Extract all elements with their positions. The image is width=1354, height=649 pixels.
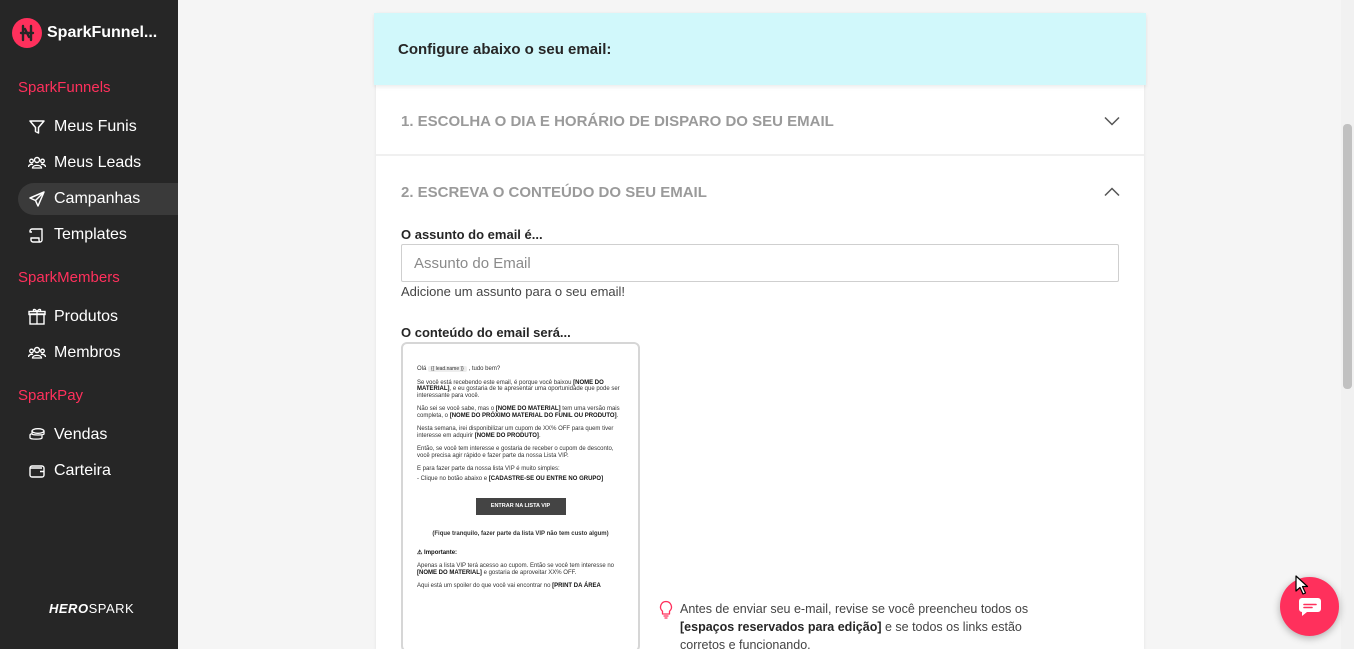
edit-tip: Antes de enviar seu e-mail, revise se vo…: [658, 600, 1038, 649]
scroll-icon: [29, 228, 43, 243]
sidebar-item-label: Membros: [54, 344, 121, 361]
chevron-down-icon: [1104, 116, 1120, 126]
scrollbar-thumb[interactable]: [1343, 124, 1352, 389]
preview-paragraph: Aqui está um spoiler do que você vai enc…: [417, 583, 601, 589]
sidebar-item-produtos[interactable]: Produtos: [18, 301, 178, 333]
filter-icon: [29, 120, 45, 134]
preview-paragraph: Nesta semana, irei disponibilizar um cup…: [417, 426, 614, 439]
step-title: 2. Escreva o conteúdo do seu email: [401, 183, 707, 201]
sidebar-item-label: Campanhas: [54, 190, 141, 207]
sidebar-item-label: Carteira: [54, 462, 111, 479]
preview-paragraph: Não sei se você sabe, mas o [NOME DO MAT…: [417, 406, 620, 419]
sidebar-item-templates[interactable]: Templates: [18, 219, 178, 251]
users-icon: [28, 346, 46, 359]
sidebar-item-label: Meus Leads: [54, 154, 142, 171]
page-title: Configure abaixo o seu email:: [374, 13, 1146, 85]
subject-hint: Adicione um assunto para o seu email!: [401, 284, 626, 299]
email-content-preview[interactable]: Olá {{ lead.name }} , tudo bem? Se você …: [401, 342, 640, 649]
tip-text: Antes de enviar seu e-mail, revise se vo…: [680, 602, 1029, 649]
coins-icon: [29, 428, 45, 440]
chevron-up-icon: [1104, 187, 1120, 197]
sidebar-item-label: Vendas: [54, 426, 108, 443]
preview-paragraph: Então, se você tem interesse e gostaria …: [417, 446, 614, 459]
sparkfunnels-logo-icon: [12, 18, 42, 48]
step-title: 1. Escolha o dia e horário de disparo do…: [401, 112, 834, 130]
sidebar: SparkFunnel... SparkFunnels Meus Funis M…: [0, 0, 178, 649]
divider: [376, 154, 1144, 156]
sidebar-item-label: Templates: [54, 226, 127, 243]
app-name: SparkFunnel...: [47, 24, 158, 41]
accordion-step-content[interactable]: 2. Escreva o conteúdo do seu email: [376, 157, 1144, 227]
sidebar-item-membros[interactable]: Membros: [18, 337, 178, 369]
box-icon: [28, 308, 46, 325]
sidebar-item-meus-leads[interactable]: Meus Leads: [18, 147, 178, 179]
preview-important: ⚠ Importante:: [417, 549, 458, 556]
section-title-sparkmembers: SparkMembers: [18, 269, 120, 286]
preview-note: (Fique tranquilo, fazer parte da lista V…: [432, 531, 609, 537]
preview-paragraph: Apenas a lista VIP terá acesso ao cupom.…: [417, 563, 615, 576]
send-icon: [29, 191, 45, 207]
users-icon: [28, 156, 46, 169]
sidebar-item-label: Produtos: [54, 308, 119, 325]
preview-greeting: Olá {{ lead.name }} , tudo bem?: [417, 366, 501, 372]
section-title-sparkpay: SparkPay: [18, 387, 84, 404]
sidebar-item-label: Meus Funis: [54, 118, 137, 135]
mouse-cursor-icon: [1295, 575, 1309, 595]
subject-label: O assunto do email é...: [401, 227, 543, 242]
email-subject-input[interactable]: [401, 244, 1119, 282]
preview-paragraph: E para fazer parte da nossa lista VIP é …: [417, 466, 560, 472]
preview-vip-button: ENTRAR NA LISTA VIP: [475, 498, 566, 515]
preview-paragraph: - Clique no botão abaixo e [CADASTRE-SE …: [417, 475, 604, 482]
sidebar-item-meus-funis[interactable]: Meus Funis: [18, 111, 178, 143]
sidebar-item-carteira[interactable]: Carteira: [18, 455, 178, 487]
sidebar-item-campanhas[interactable]: Campanhas: [18, 183, 178, 215]
preview-paragraph: Se você está recebendo este email, é por…: [417, 379, 620, 399]
lightbulb-icon: [659, 600, 673, 619]
content-label: O conteúdo do email será...: [401, 325, 571, 340]
chat-icon: [1298, 597, 1321, 616]
accordion-step-schedule[interactable]: 1. Escolha o dia e horário de disparo do…: [376, 86, 1144, 156]
sidebar-item-vendas[interactable]: Vendas: [18, 419, 178, 451]
brand[interactable]: SparkFunnel...: [12, 18, 157, 48]
section-title-sparkfunnels: SparkFunnels: [18, 79, 111, 96]
herospark-logo: HEROSPARK: [49, 601, 135, 616]
wallet-icon: [29, 465, 45, 478]
chat-button[interactable]: [1280, 577, 1339, 636]
